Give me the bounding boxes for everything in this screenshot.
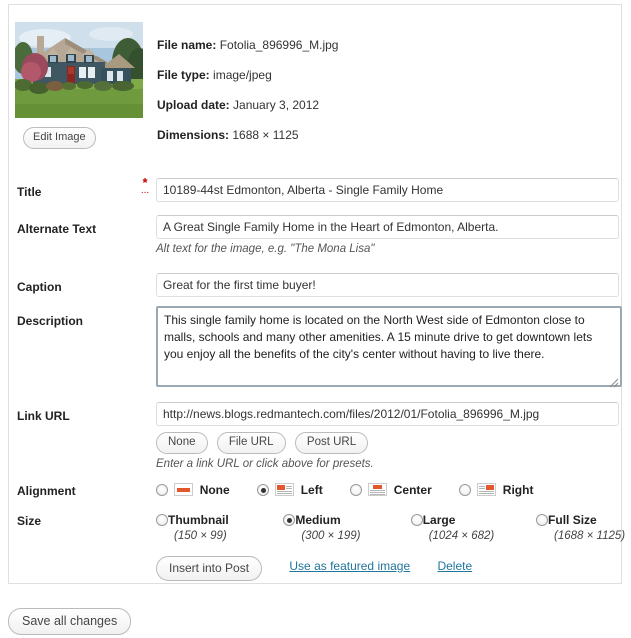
alignment-radio-group: None Left Center Right bbox=[156, 483, 626, 497]
size-dims-large: (1024 × 682) bbox=[428, 530, 495, 542]
title-input[interactable] bbox=[156, 178, 619, 202]
caption-input[interactable] bbox=[156, 273, 619, 297]
media-action-row: Insert into Post Use as featured image D… bbox=[156, 556, 472, 581]
size-dims-full-size: (1688 × 1125) bbox=[554, 530, 626, 542]
size-option-large[interactable]: Large (1024 × 682) bbox=[410, 513, 533, 542]
meta-label-upload-date: Upload date: bbox=[157, 98, 230, 112]
link-url-help: Enter a link URL or click above for pres… bbox=[156, 458, 374, 470]
size-radio-thumbnail[interactable] bbox=[156, 514, 168, 526]
link-preset-none-button[interactable]: None bbox=[156, 432, 208, 454]
alignment-label-none: None bbox=[199, 483, 230, 497]
media-details-panel: Edit Image File name: Fotolia_896996_M.j… bbox=[8, 12, 625, 584]
meta-value-file-name: Fotolia_896996_M.jpg bbox=[219, 38, 339, 52]
description-textarea[interactable]: This single family home is located on th… bbox=[156, 306, 622, 387]
meta-value-file-type: image/jpeg bbox=[213, 68, 272, 82]
save-all-changes-button[interactable]: Save all changes bbox=[8, 608, 132, 635]
meta-row-file-type: File type: image/jpeg bbox=[157, 68, 597, 82]
align-left-icon bbox=[275, 483, 295, 496]
alignment-label-center: Center bbox=[393, 483, 432, 497]
size-radio-group: Thumbnail (150 × 99) Medium (300 × 199) … bbox=[156, 513, 626, 542]
size-label-large: Large bbox=[422, 513, 456, 527]
description-wrapper: This single family home is located on th… bbox=[156, 306, 622, 390]
required-dots: ... bbox=[140, 185, 150, 196]
meta-label-file-name: File name: bbox=[157, 38, 217, 52]
label-size: Size bbox=[17, 514, 42, 528]
file-metadata-list: File name: Fotolia_896996_M.jpg File typ… bbox=[157, 38, 597, 158]
link-url-input[interactable] bbox=[156, 402, 619, 426]
house-photo-thumbnail[interactable] bbox=[15, 22, 143, 118]
alignment-radio-center[interactable] bbox=[350, 484, 363, 496]
alignment-option-center[interactable]: Center bbox=[350, 483, 432, 497]
size-option-full-size[interactable]: Full Size (1688 × 1125) bbox=[536, 513, 625, 542]
label-link-url: Link URL bbox=[17, 409, 70, 423]
size-dims-thumbnail: (150 × 99) bbox=[174, 530, 227, 542]
insert-into-post-button[interactable]: Insert into Post bbox=[156, 556, 263, 581]
align-none-icon bbox=[174, 483, 194, 496]
label-description: Description bbox=[17, 314, 84, 328]
alt-text-help: Alt text for the image, e.g. "The Mona L… bbox=[156, 243, 375, 255]
media-header: Edit Image File name: Fotolia_896996_M.j… bbox=[9, 12, 621, 152]
meta-row-upload-date: Upload date: January 3, 2012 bbox=[157, 98, 597, 112]
thumbnail-container: Edit Image bbox=[15, 22, 143, 149]
size-option-medium[interactable]: Medium (300 × 199) bbox=[283, 513, 407, 542]
align-center-icon bbox=[368, 483, 388, 496]
alignment-option-right[interactable]: Right bbox=[459, 483, 533, 497]
size-label-thumbnail: Thumbnail bbox=[168, 513, 229, 527]
alternate-text-input[interactable] bbox=[156, 215, 619, 239]
use-as-featured-image-link[interactable]: Use as featured image bbox=[289, 559, 410, 573]
label-caption: Caption bbox=[17, 280, 62, 294]
align-right-icon bbox=[477, 483, 497, 496]
alignment-option-left[interactable]: Left bbox=[257, 483, 323, 497]
size-radio-large[interactable] bbox=[410, 514, 423, 526]
label-alternate-text: Alternate Text bbox=[17, 222, 97, 236]
size-label-full-size: Full Size bbox=[548, 513, 597, 527]
meta-row-file-name: File name: Fotolia_896996_M.jpg bbox=[157, 38, 597, 52]
alignment-label-left: Left bbox=[300, 483, 323, 497]
alignment-option-none[interactable]: None bbox=[156, 483, 230, 497]
size-label-medium: Medium bbox=[295, 513, 341, 527]
meta-value-dimensions: 1688 × 1125 bbox=[232, 128, 299, 142]
size-dims-medium: (300 × 199) bbox=[301, 530, 361, 542]
link-preset-post-url-button[interactable]: Post URL bbox=[294, 432, 369, 454]
field-col-alt-text: Alt text for the image, e.g. "The Mona L… bbox=[156, 215, 619, 256]
size-option-thumbnail[interactable]: Thumbnail (150 × 99) bbox=[156, 513, 280, 542]
size-radio-medium[interactable] bbox=[283, 514, 296, 526]
meta-row-dimensions: Dimensions: 1688 × 1125 bbox=[157, 128, 597, 142]
field-col-caption bbox=[156, 273, 619, 297]
link-preset-file-url-button[interactable]: File URL bbox=[216, 432, 286, 454]
meta-value-upload-date: January 3, 2012 bbox=[233, 98, 320, 112]
label-alignment: Alignment bbox=[17, 484, 76, 498]
meta-label-dimensions: Dimensions: bbox=[157, 128, 230, 142]
alignment-radio-none[interactable] bbox=[156, 484, 168, 496]
label-title: Title bbox=[17, 185, 42, 199]
alignment-radio-left[interactable] bbox=[257, 484, 270, 496]
field-col-title bbox=[156, 178, 619, 202]
edit-image-button[interactable]: Edit Image bbox=[23, 127, 96, 149]
field-col-description: This single family home is located on th… bbox=[156, 306, 622, 390]
field-col-link-url: None File URL Post URL Enter a link URL … bbox=[156, 402, 619, 471]
delete-link[interactable]: Delete bbox=[437, 559, 472, 573]
link-url-preset-buttons: None File URL Post URL bbox=[156, 432, 619, 454]
meta-label-file-type: File type: bbox=[157, 68, 210, 82]
alignment-label-right: Right bbox=[502, 483, 534, 497]
size-radio-full-size[interactable] bbox=[536, 514, 549, 526]
alignment-radio-right[interactable] bbox=[459, 484, 472, 496]
